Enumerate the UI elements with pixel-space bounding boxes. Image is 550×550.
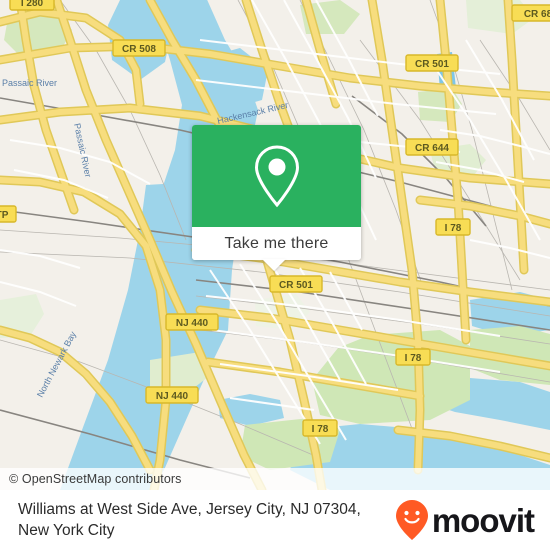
callout-pointer-tail — [262, 259, 286, 271]
place-name: Williams at West Side Ave, Jersey City, … — [18, 501, 361, 518]
svg-text:CR 501: CR 501 — [415, 59, 449, 70]
svg-text:CR 508: CR 508 — [122, 44, 156, 55]
svg-text:I 78: I 78 — [312, 424, 329, 435]
map-shield: I 78 — [435, 218, 471, 236]
place-region: New York City — [18, 522, 115, 539]
callout-icon-area — [192, 125, 361, 227]
svg-text:I 78: I 78 — [445, 223, 462, 234]
map-pin-icon — [254, 145, 299, 208]
svg-text:NJ 440: NJ 440 — [156, 391, 189, 402]
footer-bar: Williams at West Side Ave, Jersey City, … — [0, 490, 550, 550]
map-shield: NJ 440 — [165, 313, 219, 331]
map-shield: CR 501 — [269, 275, 323, 293]
moovit-logo[interactable]: moovit — [395, 499, 535, 541]
svg-text:I 78: I 78 — [405, 353, 422, 364]
attribution-text[interactable]: © OpenStreetMap contributors — [9, 472, 182, 486]
map-water-label: Passaic River — [2, 78, 57, 88]
moovit-pin-icon — [395, 500, 428, 540]
moovit-wordmark: moovit — [431, 501, 535, 539]
moovit-location-card: Passaic River Passaic River Hackensack R… — [0, 0, 550, 550]
callout-action-area[interactable]: Take me there — [192, 227, 361, 260]
svg-text:CR 644: CR 644 — [415, 143, 449, 154]
map-shield: I 280 — [9, 0, 55, 11]
map-attribution-bar: © OpenStreetMap contributors — [0, 468, 550, 490]
map-shield: CR 508 — [112, 39, 166, 57]
map-shield: I 78 — [302, 419, 338, 437]
svg-text:I 280: I 280 — [21, 0, 44, 9]
svg-text:CR 68: CR 68 — [524, 9, 550, 20]
map-shield: I 78 — [395, 348, 431, 366]
location-callout-card[interactable]: Take me there — [192, 125, 361, 260]
map-shield: NJ 440 — [145, 386, 199, 404]
svg-text:NJ 440: NJ 440 — [176, 318, 209, 329]
place-address-block: Williams at West Side Ave, Jersey City, … — [18, 499, 361, 541]
map-shield: CR 501 — [405, 54, 459, 72]
map-shield: CR 68 — [511, 4, 550, 22]
svg-text:CR 501: CR 501 — [279, 280, 313, 291]
map-shield: CR 644 — [405, 138, 459, 156]
map-shield: TP — [0, 205, 17, 223]
svg-text:TP: TP — [0, 210, 9, 221]
take-me-there-button[interactable]: Take me there — [225, 235, 329, 253]
